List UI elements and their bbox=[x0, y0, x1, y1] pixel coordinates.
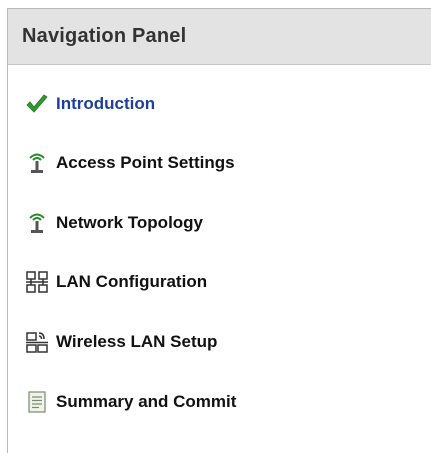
nav-item-network-topology[interactable]: Network Topology bbox=[24, 208, 203, 238]
lan-icon bbox=[24, 269, 50, 295]
navigation-panel: Navigation Panel Introduction Access Poi… bbox=[7, 8, 431, 453]
nav-item-label: Network Topology bbox=[56, 213, 204, 232]
checkmark-icon bbox=[24, 91, 50, 117]
nav-item-lan-configuration[interactable]: LAN Configuration bbox=[24, 267, 207, 297]
wireless-lan-icon bbox=[24, 329, 50, 355]
nav-item-label: Wireless LAN Setup bbox=[56, 332, 218, 351]
document-icon bbox=[24, 389, 50, 415]
nav-item-wireless-lan-setup[interactable]: Wireless LAN Setup bbox=[24, 327, 217, 357]
access-point-icon bbox=[24, 210, 50, 236]
nav-item-access-point-settings[interactable]: Access Point Settings bbox=[24, 148, 235, 178]
nav-item-label: Summary and Commit bbox=[56, 392, 237, 411]
panel-header: Navigation Panel bbox=[8, 9, 431, 65]
nav-item-label: Access Point Settings bbox=[56, 153, 235, 172]
panel-title: Navigation Panel bbox=[22, 25, 187, 47]
nav-item-summary-and-commit[interactable]: Summary and Commit bbox=[24, 387, 236, 417]
nav-item-label: Introduction bbox=[56, 94, 156, 113]
nav-item-label: LAN Configuration bbox=[56, 272, 208, 291]
nav-item-introduction[interactable]: Introduction bbox=[24, 89, 155, 119]
access-point-icon bbox=[24, 150, 50, 176]
